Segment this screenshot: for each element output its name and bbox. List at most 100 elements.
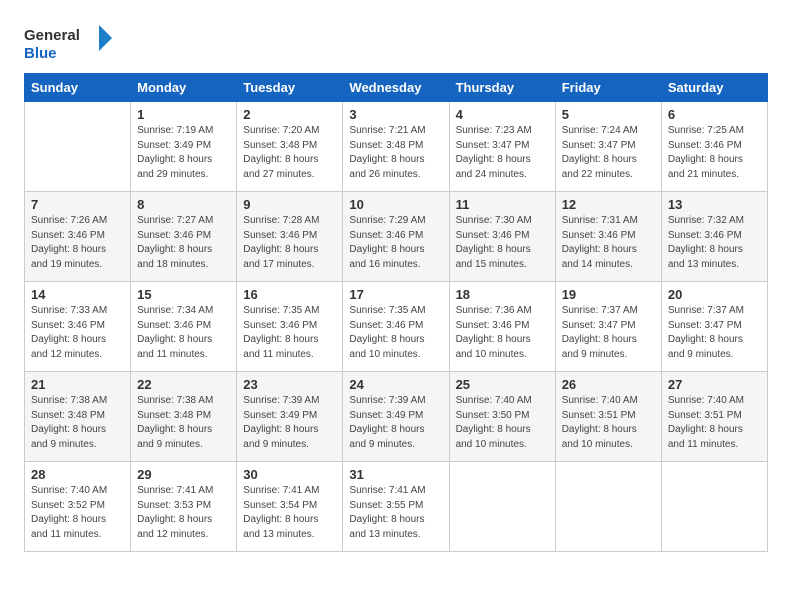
col-header-sunday: Sunday xyxy=(25,74,131,102)
day-info: Sunrise: 7:41 AM Sunset: 3:54 PM Dayligh… xyxy=(243,484,336,542)
calendar-cell: 15 Sunrise: 7:34 AM Sunset: 3:46 PM Dayli… xyxy=(131,282,237,372)
calendar-cell: 27 Sunrise: 7:40 AM Sunset: 3:51 PM Dayli… xyxy=(661,372,767,462)
day-info: Sunrise: 7:25 AM Sunset: 3:46 PM Dayligh… xyxy=(668,124,761,182)
day-number: 26 xyxy=(562,377,655,392)
day-number: 28 xyxy=(31,467,124,482)
day-info: Sunrise: 7:36 AM Sunset: 3:46 PM Dayligh… xyxy=(456,304,549,362)
day-number: 18 xyxy=(456,287,549,302)
day-info: Sunrise: 7:31 AM Sunset: 3:46 PM Dayligh… xyxy=(562,214,655,272)
day-number: 31 xyxy=(349,467,442,482)
col-header-saturday: Saturday xyxy=(661,74,767,102)
calendar-cell: 30 Sunrise: 7:41 AM Sunset: 3:54 PM Dayli… xyxy=(237,462,343,552)
day-number: 5 xyxy=(562,107,655,122)
day-info: Sunrise: 7:29 AM Sunset: 3:46 PM Dayligh… xyxy=(349,214,442,272)
col-header-wednesday: Wednesday xyxy=(343,74,449,102)
calendar-cell: 3Sunrise: 7:21 AM Sunset: 3:48 PM Daylig… xyxy=(343,102,449,192)
day-info: Sunrise: 7:38 AM Sunset: 3:48 PM Dayligh… xyxy=(137,394,230,452)
day-number: 25 xyxy=(456,377,549,392)
day-number: 29 xyxy=(137,467,230,482)
calendar-cell: 16 Sunrise: 7:35 AM Sunset: 3:46 PM Dayli… xyxy=(237,282,343,372)
calendar-cell: 24 Sunrise: 7:39 AM Sunset: 3:49 PM Dayli… xyxy=(343,372,449,462)
col-header-friday: Friday xyxy=(555,74,661,102)
day-number: 14 xyxy=(31,287,124,302)
day-info: Sunrise: 7:40 AM Sunset: 3:52 PM Dayligh… xyxy=(31,484,124,542)
calendar-cell: 25 Sunrise: 7:40 AM Sunset: 3:50 PM Dayli… xyxy=(449,372,555,462)
page-header: General Blue xyxy=(24,20,768,65)
day-info: Sunrise: 7:27 AM Sunset: 3:46 PM Dayligh… xyxy=(137,214,230,272)
calendar-cell: 22 Sunrise: 7:38 AM Sunset: 3:48 PM Dayli… xyxy=(131,372,237,462)
calendar-cell: 26 Sunrise: 7:40 AM Sunset: 3:51 PM Dayli… xyxy=(555,372,661,462)
day-number: 21 xyxy=(31,377,124,392)
day-number: 3 xyxy=(349,107,442,122)
logo: General Blue xyxy=(24,20,114,65)
calendar-cell: 14 Sunrise: 7:33 AM Sunset: 3:46 PM Dayli… xyxy=(25,282,131,372)
day-number: 12 xyxy=(562,197,655,212)
day-info: Sunrise: 7:35 AM Sunset: 3:46 PM Dayligh… xyxy=(349,304,442,362)
calendar-cell: 7Sunrise: 7:26 AM Sunset: 3:46 PM Daylig… xyxy=(25,192,131,282)
day-number: 1 xyxy=(137,107,230,122)
day-info: Sunrise: 7:37 AM Sunset: 3:47 PM Dayligh… xyxy=(562,304,655,362)
calendar-cell: 9 Sunrise: 7:28 AM Sunset: 3:46 PM Daylig… xyxy=(237,192,343,282)
calendar-cell: 18 Sunrise: 7:36 AM Sunset: 3:46 PM Dayli… xyxy=(449,282,555,372)
day-info: Sunrise: 7:32 AM Sunset: 3:46 PM Dayligh… xyxy=(668,214,761,272)
col-header-monday: Monday xyxy=(131,74,237,102)
day-number: 15 xyxy=(137,287,230,302)
day-info: Sunrise: 7:39 AM Sunset: 3:49 PM Dayligh… xyxy=(243,394,336,452)
day-info: Sunrise: 7:23 AM Sunset: 3:47 PM Dayligh… xyxy=(456,124,549,182)
day-info: Sunrise: 7:40 AM Sunset: 3:51 PM Dayligh… xyxy=(668,394,761,452)
calendar-table: SundayMondayTuesdayWednesdayThursdayFrid… xyxy=(24,73,768,552)
calendar-cell xyxy=(661,462,767,552)
day-number: 27 xyxy=(668,377,761,392)
day-info: Sunrise: 7:24 AM Sunset: 3:47 PM Dayligh… xyxy=(562,124,655,182)
calendar-cell: 19 Sunrise: 7:37 AM Sunset: 3:47 PM Dayli… xyxy=(555,282,661,372)
day-info: Sunrise: 7:33 AM Sunset: 3:46 PM Dayligh… xyxy=(31,304,124,362)
day-number: 23 xyxy=(243,377,336,392)
day-info: Sunrise: 7:34 AM Sunset: 3:46 PM Dayligh… xyxy=(137,304,230,362)
day-info: Sunrise: 7:35 AM Sunset: 3:46 PM Dayligh… xyxy=(243,304,336,362)
day-info: Sunrise: 7:39 AM Sunset: 3:49 PM Dayligh… xyxy=(349,394,442,452)
day-number: 11 xyxy=(456,197,549,212)
calendar-cell: 17 Sunrise: 7:35 AM Sunset: 3:46 PM Dayli… xyxy=(343,282,449,372)
day-number: 9 xyxy=(243,197,336,212)
calendar-cell xyxy=(25,102,131,192)
day-number: 19 xyxy=(562,287,655,302)
day-info: Sunrise: 7:38 AM Sunset: 3:48 PM Dayligh… xyxy=(31,394,124,452)
calendar-cell: 28 Sunrise: 7:40 AM Sunset: 3:52 PM Dayli… xyxy=(25,462,131,552)
calendar-cell: 23 Sunrise: 7:39 AM Sunset: 3:49 PM Dayli… xyxy=(237,372,343,462)
day-info: Sunrise: 7:20 AM Sunset: 3:48 PM Dayligh… xyxy=(243,124,336,182)
day-number: 13 xyxy=(668,197,761,212)
day-info: Sunrise: 7:40 AM Sunset: 3:50 PM Dayligh… xyxy=(456,394,549,452)
col-header-thursday: Thursday xyxy=(449,74,555,102)
calendar-cell xyxy=(449,462,555,552)
calendar-cell: 13 Sunrise: 7:32 AM Sunset: 3:46 PM Dayli… xyxy=(661,192,767,282)
svg-text:Blue: Blue xyxy=(24,45,57,62)
day-number: 16 xyxy=(243,287,336,302)
svg-text:General: General xyxy=(24,27,80,44)
day-number: 8 xyxy=(137,197,230,212)
calendar-week-row: 21 Sunrise: 7:38 AM Sunset: 3:48 PM Dayli… xyxy=(25,372,768,462)
col-header-tuesday: Tuesday xyxy=(237,74,343,102)
calendar-week-row: 14 Sunrise: 7:33 AM Sunset: 3:46 PM Dayli… xyxy=(25,282,768,372)
day-number: 20 xyxy=(668,287,761,302)
day-info: Sunrise: 7:26 AM Sunset: 3:46 PM Dayligh… xyxy=(31,214,124,272)
day-number: 17 xyxy=(349,287,442,302)
day-number: 24 xyxy=(349,377,442,392)
day-info: Sunrise: 7:40 AM Sunset: 3:51 PM Dayligh… xyxy=(562,394,655,452)
calendar-week-row: 28 Sunrise: 7:40 AM Sunset: 3:52 PM Dayli… xyxy=(25,462,768,552)
calendar-cell: 4Sunrise: 7:23 AM Sunset: 3:47 PM Daylig… xyxy=(449,102,555,192)
day-info: Sunrise: 7:28 AM Sunset: 3:46 PM Dayligh… xyxy=(243,214,336,272)
calendar-cell: 2Sunrise: 7:20 AM Sunset: 3:48 PM Daylig… xyxy=(237,102,343,192)
calendar-cell: 11Sunrise: 7:30 AM Sunset: 3:46 PM Dayli… xyxy=(449,192,555,282)
day-info: Sunrise: 7:37 AM Sunset: 3:47 PM Dayligh… xyxy=(668,304,761,362)
day-number: 30 xyxy=(243,467,336,482)
day-number: 6 xyxy=(668,107,761,122)
calendar-header-row: SundayMondayTuesdayWednesdayThursdayFrid… xyxy=(25,74,768,102)
day-number: 22 xyxy=(137,377,230,392)
calendar-week-row: 1Sunrise: 7:19 AM Sunset: 3:49 PM Daylig… xyxy=(25,102,768,192)
calendar-cell: 6 Sunrise: 7:25 AM Sunset: 3:46 PM Daylig… xyxy=(661,102,767,192)
day-info: Sunrise: 7:41 AM Sunset: 3:55 PM Dayligh… xyxy=(349,484,442,542)
calendar-cell: 20 Sunrise: 7:37 AM Sunset: 3:47 PM Dayli… xyxy=(661,282,767,372)
day-number: 10 xyxy=(349,197,442,212)
calendar-cell: 29Sunrise: 7:41 AM Sunset: 3:53 PM Dayli… xyxy=(131,462,237,552)
calendar-cell: 12 Sunrise: 7:31 AM Sunset: 3:46 PM Dayli… xyxy=(555,192,661,282)
